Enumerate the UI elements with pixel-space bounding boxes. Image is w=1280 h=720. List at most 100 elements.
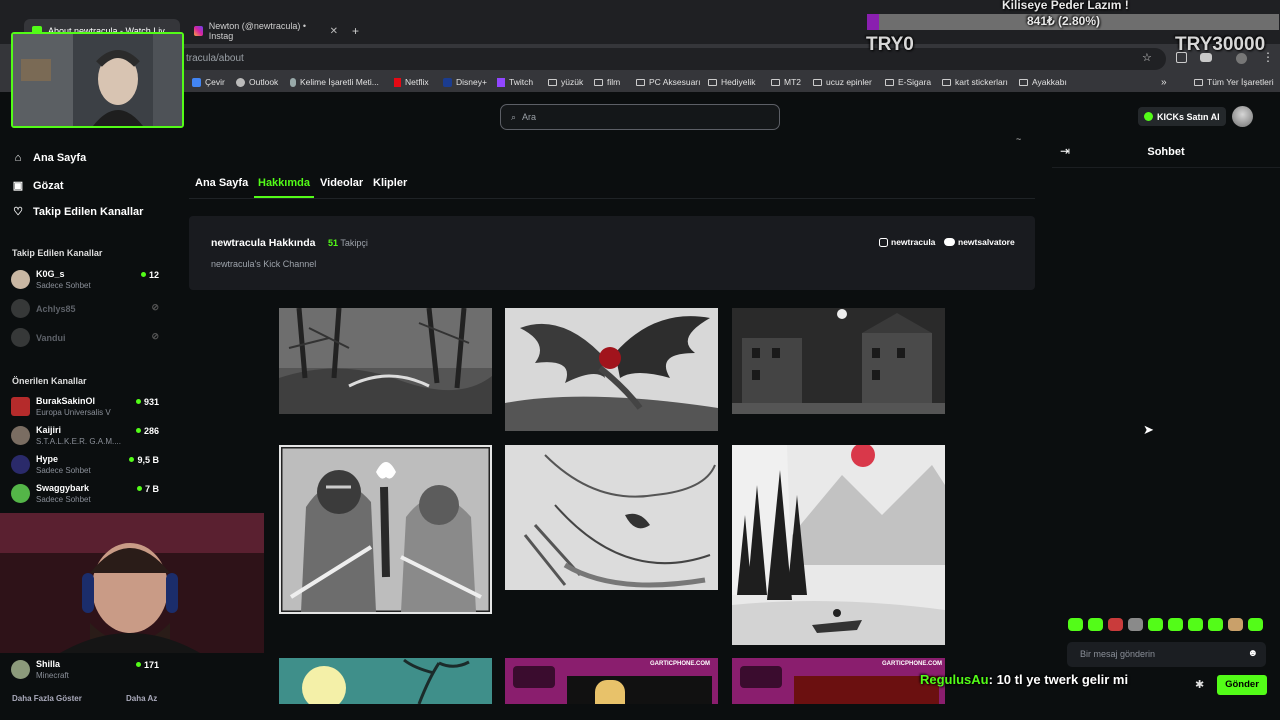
bookmark-kelime[interactable]: Kelime İşaretli Meti... [290,77,379,87]
panel-night-town[interactable] [732,308,945,414]
folder-icon [1194,78,1203,86]
emoji-picker-icon[interactable]: ☻ [1247,648,1258,659]
emote-icon[interactable] [1208,618,1223,631]
emote-icon[interactable] [1228,618,1243,631]
disney-icon [443,77,452,87]
tab-videos[interactable]: Videolar [320,177,363,189]
followed-channel-offline[interactable]: Vandui ⊘ [11,325,161,351]
avatar [11,328,30,347]
recommended-channel[interactable]: Swaggybark Sadece Sohbet 7 B [11,481,161,507]
bookmark-pc-aksesuari[interactable]: PC Aksesuarı [636,77,701,87]
bookmark-twitch[interactable]: Twitch [497,77,533,87]
bookmark-yuzuk[interactable]: yüzük [548,77,583,87]
channel-name: Swaggybark [36,483,90,493]
bookmark-kart-stickerlari[interactable]: kart stickerları [942,77,1008,87]
bookmark-label: E-Sigara [898,77,932,87]
nav-following[interactable]: ♡ Takip Edilen Kanallar [12,205,143,219]
bookmark-hediyelik[interactable]: Hediyelik [708,77,756,87]
browser-tab-instagram[interactable]: Newton (@newtracula) • Instag ✕ [186,19,346,43]
bookmark-label: ucuz epinler [826,77,872,87]
discord-link[interactable]: newtsalvatore [944,237,1015,247]
bookmark-ayakkabi[interactable]: Ayakkabı [1019,77,1067,87]
emote-icon[interactable] [1188,618,1203,631]
face-drawing-image [505,445,718,590]
channel-name: Vandui [36,333,66,343]
followed-channel-offline[interactable]: Achlys85 ⊘ [11,296,161,322]
bookmark-netflix[interactable]: Netflix [394,77,429,87]
nav-browse[interactable]: ▣ Gözat [12,179,64,193]
recommended-channel[interactable]: Shilla Minecraft 171 [11,657,161,683]
recommended-channel[interactable]: BurakSakinOl Europa Universalis V 931 [11,394,161,420]
bookmark-e-sigara[interactable]: E-Sigara [885,77,931,87]
goal-max-label: TRY30000 [1175,34,1266,55]
followed-channel[interactable]: K0G_s Sadece Sohbet 12 [11,267,161,293]
tab-about[interactable]: Hakkımda [258,177,310,189]
moon-drawing-image [279,658,492,704]
user-avatar[interactable] [1232,106,1253,127]
bookmark-film[interactable]: film [594,77,620,87]
recommended-channel[interactable]: Kaijiri S.T.A.L.K.E.R. G.A.M.... 286 [11,423,161,449]
bookmark-disney[interactable]: Disney+ [443,77,487,87]
search-icon: ⌕ [511,112,517,122]
bookmark-label: Outlook [249,77,279,87]
bookmark-label: Kelime İşaretli Meti... [300,77,379,87]
emote-icon[interactable] [1148,618,1163,631]
channel-name: Kaijiri [36,425,62,435]
tab-clips[interactable]: Klipler [373,177,407,189]
folder-icon [885,78,894,86]
emote-icon[interactable] [1248,618,1263,631]
translate-icon [192,77,201,87]
overlay-chat-message: RegulusAu: 10 tl ye twerk gelir mi [920,672,1128,687]
bookmark-cevir[interactable]: Çevir [192,77,225,87]
live-dot-icon [135,428,141,433]
emote-icon[interactable] [1088,618,1103,631]
channel-name: Achlys85 [36,304,76,314]
garticphone-drawing-image [794,676,939,704]
bookmark-outlook[interactable]: Outlook [236,77,278,87]
emote-icon[interactable] [1128,618,1143,631]
viewer-count-value: 9,5 B [137,455,159,465]
folder-icon [771,78,780,86]
show-more-link[interactable]: Daha Fazla Göster [12,694,82,703]
panel-face-sketch[interactable] [505,445,718,590]
tabs-divider [189,198,1035,199]
new-tab-button[interactable]: + [344,19,367,43]
bookmark-label: Ayakkabı [1032,77,1067,87]
chat-settings-gear-icon[interactable]: ✱ [1195,678,1204,691]
tab-home[interactable]: Ana Sayfa [195,177,248,189]
viewer-count: 286 [135,426,159,436]
bookmark-ucuz-epinler[interactable]: ucuz epinler [813,77,872,87]
netflix-icon [394,77,401,87]
avatar [11,660,30,679]
folder-icon [548,78,557,86]
avatar [11,397,30,416]
panel-winged-figure[interactable] [505,308,718,431]
recommended-channel[interactable]: Hype Sadece Sohbet 9,5 B [11,452,161,478]
tab-label: Newton (@newtracula) • Instag [208,21,307,41]
panel-garticphone-1[interactable]: GARTICPHONE.COM [505,658,718,704]
instagram-link[interactable]: newtracula [879,237,935,247]
viewer-count: 931 [135,397,159,407]
all-bookmarks[interactable]: Tüm Yer İşaretleri [1194,77,1274,87]
panel-garticphone-2[interactable]: GARTICPHONE.COM [732,658,945,704]
panel-forest-bridge[interactable] [279,308,492,414]
show-less-link[interactable]: Daha Az [126,694,157,703]
panel-moon-tree[interactable] [279,658,492,704]
nav-label: Gözat [33,179,64,192]
bookmarks-overflow-button[interactable]: » [1161,77,1167,88]
social-label: newtracula [891,237,936,247]
emote-icon[interactable] [1168,618,1183,631]
close-tab-icon[interactable]: ✕ [330,26,338,37]
search-input[interactable]: ⌕ Ara [500,104,780,130]
chat-message-input[interactable]: Bir mesaj gönderin ☻ [1067,642,1266,667]
bookmark-label: Çevir [205,77,225,87]
garticphone-caption: GARTICPHONE.COM [650,661,710,667]
panel-knights[interactable] [279,445,492,614]
buy-kicks-button[interactable]: KICKs Satın Al [1138,107,1226,126]
emote-icon[interactable] [1068,618,1083,631]
emote-icon[interactable] [1108,618,1123,631]
panel-ink-landscape[interactable] [732,445,945,645]
send-button[interactable]: Gönder [1217,675,1267,695]
nav-home[interactable]: ⌂ Ana Sayfa [12,152,87,164]
bookmark-mt2[interactable]: MT2 [771,77,801,87]
